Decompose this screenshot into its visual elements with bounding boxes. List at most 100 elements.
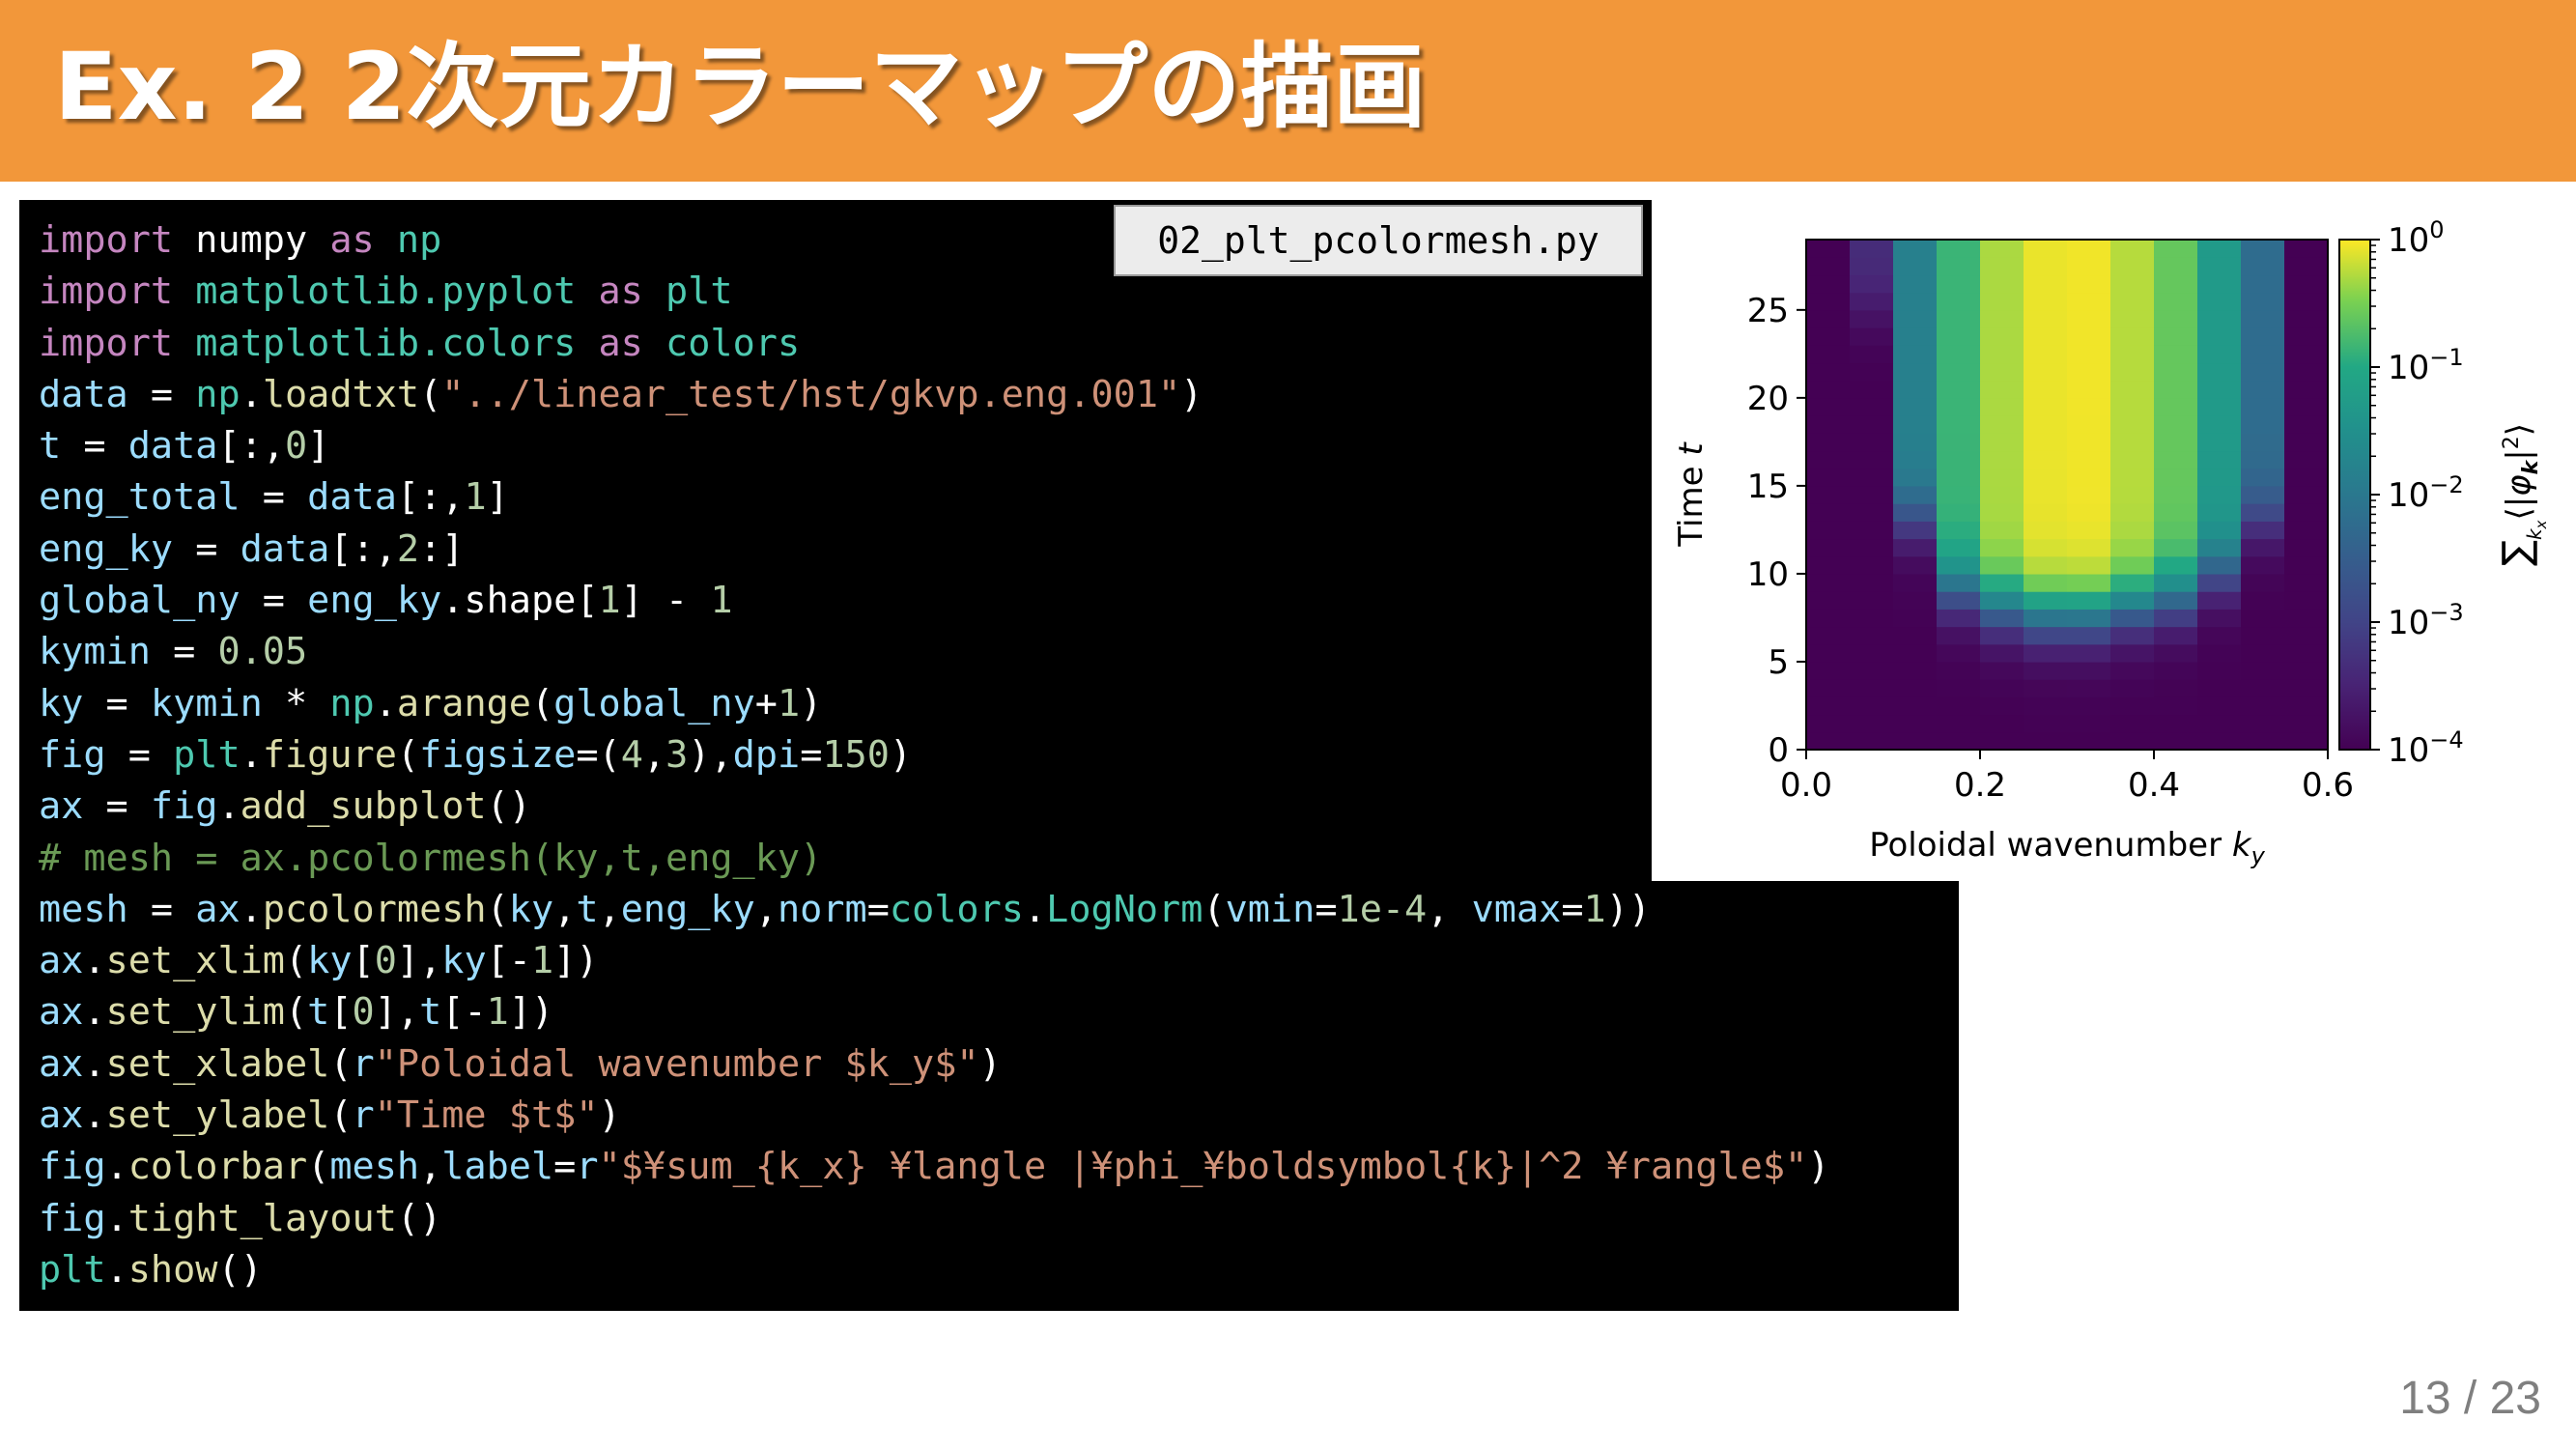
heatmap-cell [1850,415,1894,434]
code-token: = [150,630,218,674]
heatmap-cell [2154,362,2198,382]
code-token: 0 [352,990,375,1035]
code-token: as [329,218,375,262]
heatmap-cell [1806,714,1851,733]
code-token: eng_ky [307,579,442,623]
heatmap-cell [1980,292,2024,311]
heatmap-cell [2110,661,2155,680]
code-token: , [598,887,621,931]
heatmap-cell [2024,538,2068,557]
code-token: * [262,681,330,725]
heatmap-cell [1893,643,1938,663]
heatmap-cell [2154,714,2198,733]
figure-panel: 0.0 0.2 0.4 0.6 0 5 10 15 20 25 100 10−1 10−2 10−3 1… [1654,195,2571,871]
heatmap-cell [2197,327,2242,346]
code-token: ( [486,887,509,931]
code-token: add_subplot [240,784,487,829]
heatmap-cell [2284,274,2329,294]
heatmap-cell [2284,643,2329,663]
heatmap-cell [1850,609,1894,628]
heatmap-cell [1980,679,2024,697]
heatmap-cell [2154,679,2198,697]
heatmap-chart: 0.0 0.2 0.4 0.6 0510152025 10010−110−210−31… [1672,216,2550,869]
code-token: () [217,1247,263,1292]
heatmap-cell [2241,397,2285,416]
code-token: plt [39,1247,106,1292]
heatmap-cell [2197,362,2242,382]
heatmap-cell [1893,450,1938,469]
heatmap-cell [2284,521,2329,540]
code-token: matplotlib.colors [195,321,577,365]
heatmap-cell [1850,555,1894,575]
code-token: [:, [217,424,285,469]
heatmap-cell [2024,274,2068,294]
heatmap-cell [2110,257,2155,276]
colorbar-gradient [2339,240,2370,750]
heatmap-cell [2110,503,2155,522]
heatmap-cell [2154,503,2198,522]
heatmap-cell [1850,521,1894,540]
heatmap-cell [1893,240,1938,258]
heatmap-cell [2197,714,2242,733]
heatmap-cell [1850,468,1894,487]
heatmap-cell [2241,503,2285,522]
code-token: figure [262,732,397,777]
heatmap-cell [2241,555,2285,575]
code-token: pcolormesh [262,887,487,931]
heatmap-cell [1937,591,1981,610]
heatmap-cell [2154,626,2198,645]
code-line: t = data[:,0] [39,420,1829,471]
heatmap-cell [1850,292,1894,311]
heatmap-cell [2284,679,2329,697]
heatmap-cell [1980,240,2024,258]
heatmap-cell [2284,380,2329,399]
heatmap-cell [2067,485,2111,504]
colorbar-ticks: 100 10−1 10−2 10−3 10−4 [2370,216,2464,770]
heatmap-cell [2197,415,2242,434]
code-token: , [419,1145,442,1189]
heatmap-cell [2284,538,2329,557]
heatmap-cell [2241,292,2285,311]
code-token: matplotlib.pyplot [195,270,577,314]
heatmap-cell [1937,521,1981,540]
heatmap-cell [1893,380,1938,399]
code-token: ax [195,887,241,931]
heatmap-cell [1893,433,1938,452]
code-token: = [1315,887,1338,931]
code-token: data [240,526,330,571]
heatmap-cell [2067,503,2111,522]
heatmap-cell [2067,521,2111,540]
code-token: , [642,732,666,777]
heatmap-cell [1980,626,2024,645]
heatmap-cell [1893,573,1938,592]
heatmap-cell [1806,573,1851,592]
heatmap-cell [1893,555,1938,575]
heatmap-cell [2110,380,2155,399]
heatmap-cell [2067,573,2111,592]
code-token: kymin [150,681,263,725]
code-token: arange [396,681,531,725]
code-token: tight_layout [127,1196,397,1240]
heatmap-cell [2024,714,2068,733]
heatmap-cell [1937,257,1981,276]
heatmap-cell [1850,433,1894,452]
heatmap-cell [2110,450,2155,469]
code-token: [- [486,939,531,983]
heatmap-cell [1937,433,1981,452]
heatmap-cell [2154,468,2198,487]
heatmap-cell [2110,415,2155,434]
code-token: r [352,1094,375,1138]
code-token: ], [396,939,442,983]
code-token: . [105,1196,128,1240]
code-token: = [61,424,128,469]
code-line: global_ny = eng_ky.shape[1] - 1 [39,575,1829,626]
heatmap-cell [2241,257,2285,276]
heatmap-cell [2197,573,2242,592]
heatmap-cell [2197,345,2242,364]
x-axis-label: Poloidal wavenumber ky [1869,826,2265,869]
heatmap-cell [1937,292,1981,311]
heatmap-cell [2197,643,2242,663]
heatmap-cell [1937,573,1981,592]
